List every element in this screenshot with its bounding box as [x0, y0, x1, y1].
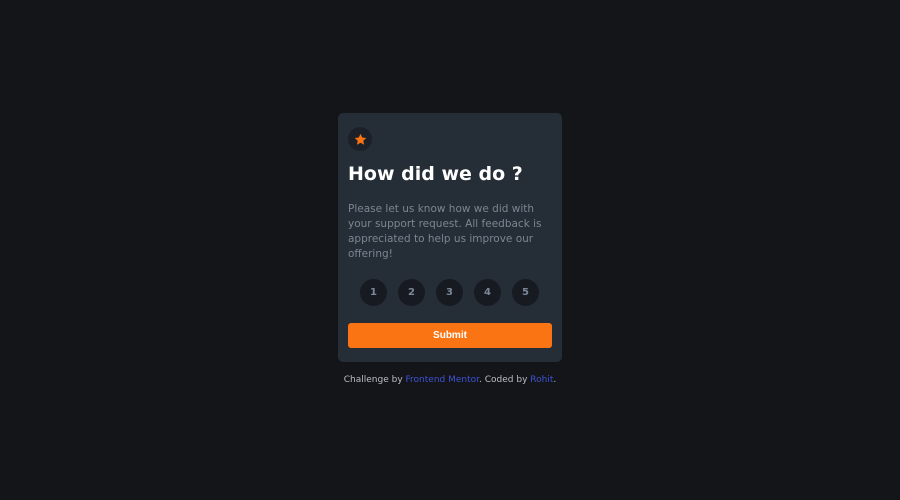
rating-options: 1 2 3 4 5 [360, 279, 539, 306]
rating-button-3[interactable]: 3 [436, 279, 463, 306]
card-title: How did we do ? [348, 163, 523, 185]
rating-card: How did we do ? Please let us know how w… [338, 113, 562, 362]
frontend-mentor-link[interactable]: Frontend Mentor [406, 375, 480, 385]
attribution-middle: . Coded by [479, 375, 531, 385]
star-badge [348, 127, 372, 151]
card-description: Please let us know how we did with your … [348, 203, 542, 260]
rating-button-4[interactable]: 4 [474, 279, 501, 306]
attribution-suffix: . [553, 375, 557, 385]
author-link[interactable]: Rohit [530, 375, 553, 385]
submit-button[interactable]: Submit [348, 323, 552, 348]
rating-button-2[interactable]: 2 [398, 279, 425, 306]
star-icon [354, 133, 366, 145]
rating-button-1[interactable]: 1 [360, 279, 387, 306]
attribution: Challenge by Frontend Mentor. Coded by R… [0, 375, 900, 385]
rating-button-5[interactable]: 5 [512, 279, 539, 306]
attribution-prefix: Challenge by [343, 375, 406, 385]
